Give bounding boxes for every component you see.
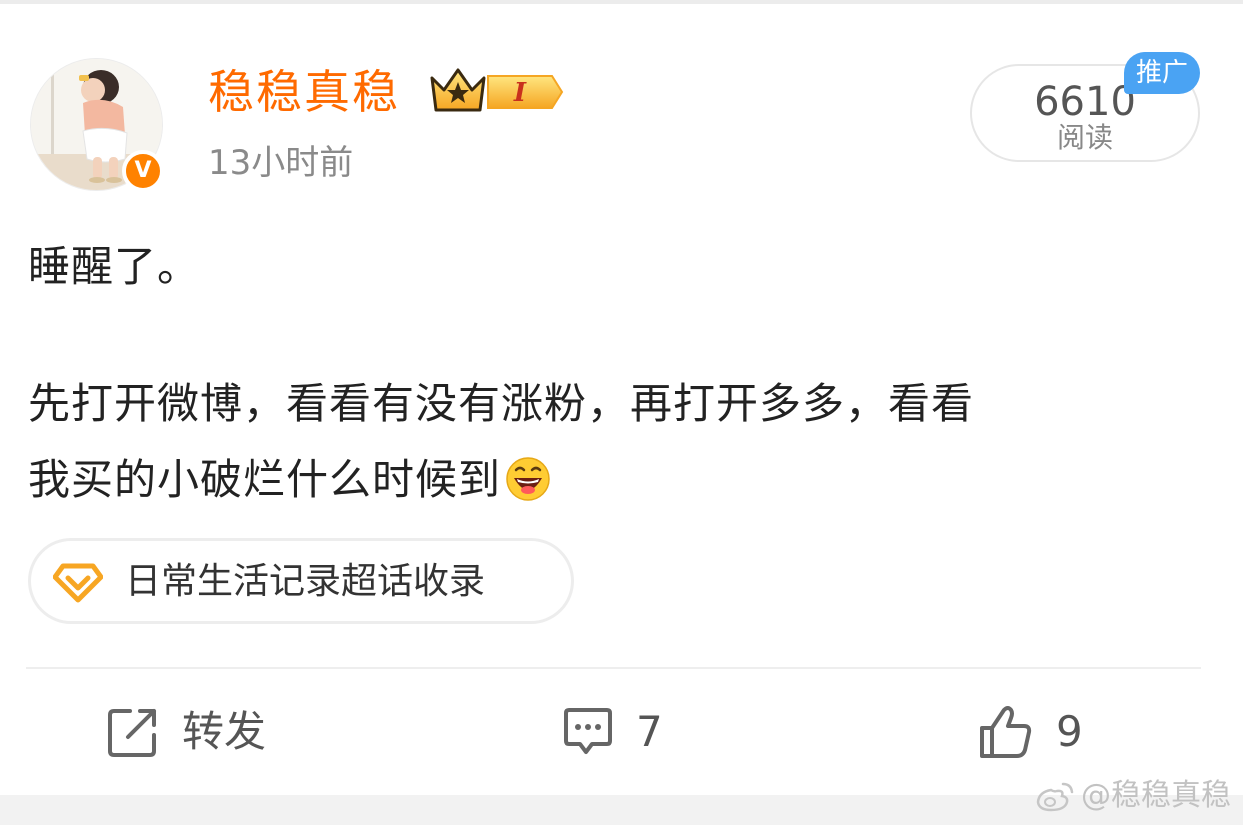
post-text-line-1: 睡醒了。	[28, 242, 201, 291]
post-timestamp: 13小时前	[208, 143, 354, 183]
like-button[interactable]: 9	[978, 700, 1083, 764]
post-text-line-2: 先打开微博，看看有没有涨粉，再打开多多，看看	[28, 379, 975, 428]
promo-tag[interactable]: 推广	[1124, 52, 1200, 94]
username[interactable]: 稳稳真稳	[208, 62, 400, 122]
repost-label: 转发	[182, 707, 267, 756]
verified-badge: V	[122, 150, 164, 192]
thumbs-up-icon	[980, 706, 1032, 758]
repost-icon	[108, 709, 156, 757]
topic-label: 日常生活记录超话收录	[125, 561, 486, 602]
crown-level-badge-icon[interactable]: I	[428, 64, 566, 116]
like-count: 9	[1056, 707, 1083, 756]
comment-icon	[564, 708, 612, 754]
repost-button[interactable]: 转发	[106, 700, 266, 764]
comment-button[interactable]: 7	[562, 700, 663, 764]
post-text-line-3-content: 我买的小破烂什么时候到	[28, 455, 502, 504]
read-label: 阅读	[1056, 121, 1113, 154]
weibo-logo-icon	[1036, 782, 1074, 812]
diamond-icon	[53, 563, 103, 603]
action-divider	[26, 667, 1201, 669]
watermark-text: @稳稳真稳	[1081, 778, 1231, 813]
top-divider	[0, 0, 1243, 4]
weibo-watermark: @稳稳真稳	[1035, 776, 1231, 816]
topic-chip[interactable]: 日常生活记录超话收录	[28, 538, 574, 624]
post-text-line-3: 我买的小破烂什么时候到	[28, 450, 551, 510]
level-text: I	[513, 78, 527, 108]
comment-count: 7	[636, 707, 663, 756]
laughing-emoji-icon	[506, 457, 550, 501]
